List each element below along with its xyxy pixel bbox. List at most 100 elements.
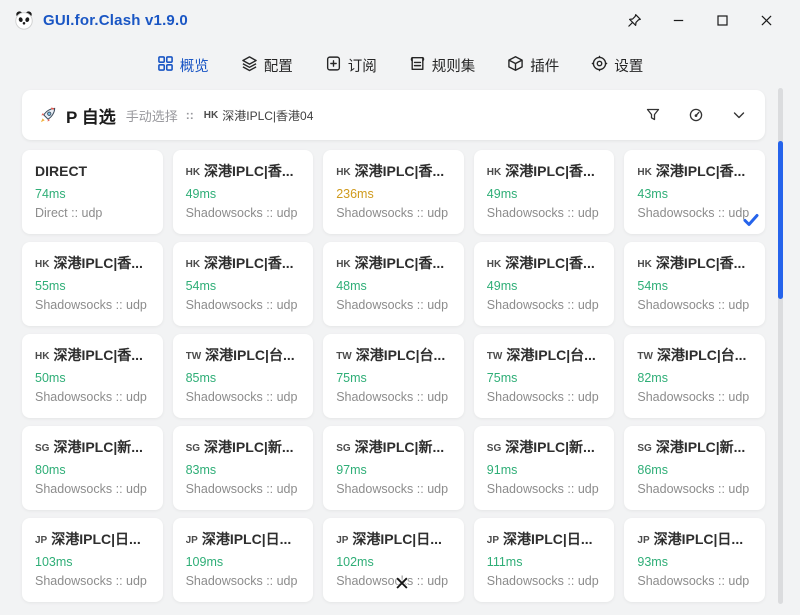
rocket-icon: [38, 105, 58, 125]
node-protocol: Shadowsocks :: udp: [35, 298, 153, 312]
node-name: 深港IPLC|日...: [654, 531, 743, 547]
proxy-node-card[interactable]: JP深港IPLC|日... 103ms Shadowsocks :: udp: [22, 518, 163, 602]
node-delay: 111ms: [487, 555, 605, 569]
window-title: GUI.for.Clash v1.9.0: [43, 12, 188, 29]
node-delay: 80ms: [35, 463, 153, 477]
proxy-node-card[interactable]: SG深港IPLC|新... 97ms Shadowsocks :: udp: [323, 426, 464, 510]
tab-subscriptions[interactable]: 订阅: [325, 55, 377, 76]
node-name: 深港IPLC|日...: [51, 531, 140, 547]
pin-button[interactable]: [612, 0, 656, 40]
proxy-node-card[interactable]: HK深港IPLC|香... 54ms Shadowsocks :: udp: [173, 242, 314, 326]
proxy-node-card[interactable]: HK深港IPLC|香... 54ms Shadowsocks :: udp: [624, 242, 765, 326]
proxy-node-card[interactable]: TW深港IPLC|台... 85ms Shadowsocks :: udp: [173, 334, 314, 418]
group-mode-label: 手动选择: [126, 106, 178, 125]
minimize-button[interactable]: [656, 0, 700, 40]
node-name: 深港IPLC|香...: [204, 255, 293, 271]
proxy-node-card[interactable]: HK深港IPLC|香... 50ms Shadowsocks :: udp: [22, 334, 163, 418]
titlebar[interactable]: GUI.for.Clash v1.9.0: [0, 0, 800, 40]
proxy-node-card[interactable]: HK深港IPLC|香... 55ms Shadowsocks :: udp: [22, 242, 163, 326]
close-button[interactable]: [744, 0, 788, 40]
node-protocol: Shadowsocks :: udp: [487, 390, 605, 404]
proxy-node-card[interactable]: SG深港IPLC|新... 86ms Shadowsocks :: udp: [624, 426, 765, 510]
proxy-node-card[interactable]: SG深港IPLC|新... 83ms Shadowsocks :: udp: [173, 426, 314, 510]
panda-icon: [13, 9, 35, 31]
node-region-label: SG: [35, 443, 49, 454]
node-name: DIRECT: [35, 163, 87, 179]
speedtest-button[interactable]: [688, 107, 704, 123]
proxy-node-card[interactable]: JP 深港IPLC|日... 93ms Shadowsocks :: udp: [624, 518, 765, 602]
scrollbar-thumb[interactable]: [778, 141, 783, 299]
proxy-node-card[interactable]: JP深港IPLC|日... 109ms Shadowsocks :: udp: [173, 518, 314, 602]
proxy-node-card[interactable]: HK深港IPLC|香... 49ms Shadowsocks :: udp: [173, 150, 314, 234]
node-delay: 74ms: [35, 187, 153, 201]
filter-button[interactable]: [645, 107, 661, 123]
node-name: 深港IPLC|台...: [506, 347, 595, 363]
selected-node-region: HK: [204, 110, 218, 121]
node-delay: 236ms: [336, 187, 454, 201]
proxy-node-card[interactable]: SG深港IPLC|新... 91ms Shadowsocks :: udp: [474, 426, 615, 510]
overlay-close-button[interactable]: ✕: [391, 574, 413, 596]
node-delay: 82ms: [637, 371, 755, 385]
scrollbar-track[interactable]: [778, 88, 783, 604]
node-delay: 93ms: [637, 555, 755, 569]
proxy-node-card[interactable]: JP深港IPLC|日... 111ms Shadowsocks :: udp: [474, 518, 615, 602]
proxy-node-card[interactable]: HK深港IPLC|香... 49ms Shadowsocks :: udp: [474, 150, 615, 234]
node-name: 深港IPLC|香...: [355, 163, 444, 179]
node-region-label: SG: [637, 443, 651, 454]
node-region-label: HK: [487, 259, 501, 270]
node-name: 深港IPLC|新...: [204, 439, 293, 455]
proxy-node-card[interactable]: HK深港IPLC|香... 49ms Shadowsocks :: udp: [474, 242, 615, 326]
node-delay: 91ms: [487, 463, 605, 477]
proxy-node-card[interactable]: TW深港IPLC|台... 75ms Shadowsocks :: udp: [474, 334, 615, 418]
group-actions: [645, 107, 747, 123]
node-region-label: SG: [186, 443, 200, 454]
tab-overview[interactable]: 概览: [157, 55, 209, 76]
proxy-node-card[interactable]: TW深港IPLC|台... 75ms Shadowsocks :: udp: [323, 334, 464, 418]
proxy-node-card[interactable]: SG深港IPLC|新... 80ms Shadowsocks :: udp: [22, 426, 163, 510]
selected-node-name: 深港IPLC|香港04: [222, 107, 313, 124]
tab-settings[interactable]: 设置: [591, 55, 643, 76]
node-protocol: Shadowsocks :: udp: [487, 482, 605, 496]
proxy-group-header[interactable]: P 自选 手动选择 :: HK 深港IPLC|香港04: [22, 90, 765, 140]
node-name: 深港IPLC|台...: [657, 347, 746, 363]
node-delay: 50ms: [35, 371, 153, 385]
node-protocol: Shadowsocks :: udp: [186, 298, 304, 312]
node-name: 深港IPLC|香...: [505, 163, 594, 179]
node-protocol: Shadowsocks :: udp: [186, 574, 304, 588]
tab-profiles[interactable]: 配置: [241, 55, 293, 76]
tab-rulesets[interactable]: 规则集: [409, 55, 476, 76]
node-delay: 49ms: [487, 187, 605, 201]
filter-icon: [645, 107, 661, 123]
collapse-button[interactable]: [731, 107, 747, 123]
node-delay: 75ms: [336, 371, 454, 385]
maximize-button[interactable]: [700, 0, 744, 40]
tab-plugins[interactable]: 插件: [507, 55, 559, 76]
node-protocol: Shadowsocks :: udp: [637, 390, 755, 404]
node-protocol: Shadowsocks :: udp: [487, 574, 605, 588]
node-name: 深港IPLC|台...: [205, 347, 294, 363]
proxy-node-card[interactable]: DIRECT 74ms Direct :: udp: [22, 150, 163, 234]
node-protocol: Shadowsocks :: udp: [336, 482, 454, 496]
node-region-label: JP: [637, 535, 649, 546]
minimize-icon: [671, 13, 686, 28]
node-delay: 43ms: [637, 187, 755, 201]
node-protocol: Shadowsocks :: udp: [186, 206, 304, 220]
nav-tabs: 概览 配置 订阅 规则集 插件 设置: [0, 48, 800, 82]
overview-panel: P 自选 手动选择 :: HK 深港IPLC|香港04 DIRECT 74ms …: [22, 90, 765, 602]
node-delay: 102ms: [336, 555, 454, 569]
layers-icon: [241, 55, 258, 76]
proxy-node-card[interactable]: HK深港IPLC|香... 236ms Shadowsocks :: udp: [323, 150, 464, 234]
proxy-node-card[interactable]: HK深港IPLC|香... 43ms Shadowsocks :: udp: [624, 150, 765, 234]
node-delay: 75ms: [487, 371, 605, 385]
node-protocol: Shadowsocks :: udp: [637, 574, 755, 588]
proxy-node-card[interactable]: TW深港IPLC|台... 82ms Shadowsocks :: udp: [624, 334, 765, 418]
node-name: 深港IPLC|香...: [53, 255, 142, 271]
gear-icon: [591, 55, 608, 76]
proxy-node-card[interactable]: HK深港IPLC|香... 48ms Shadowsocks :: udp: [323, 242, 464, 326]
node-protocol: Shadowsocks :: udp: [35, 390, 153, 404]
node-delay: 86ms: [637, 463, 755, 477]
node-delay: 49ms: [487, 279, 605, 293]
node-name: 深港IPLC|香...: [656, 163, 745, 179]
node-delay: 55ms: [35, 279, 153, 293]
node-region-label: HK: [336, 167, 350, 178]
